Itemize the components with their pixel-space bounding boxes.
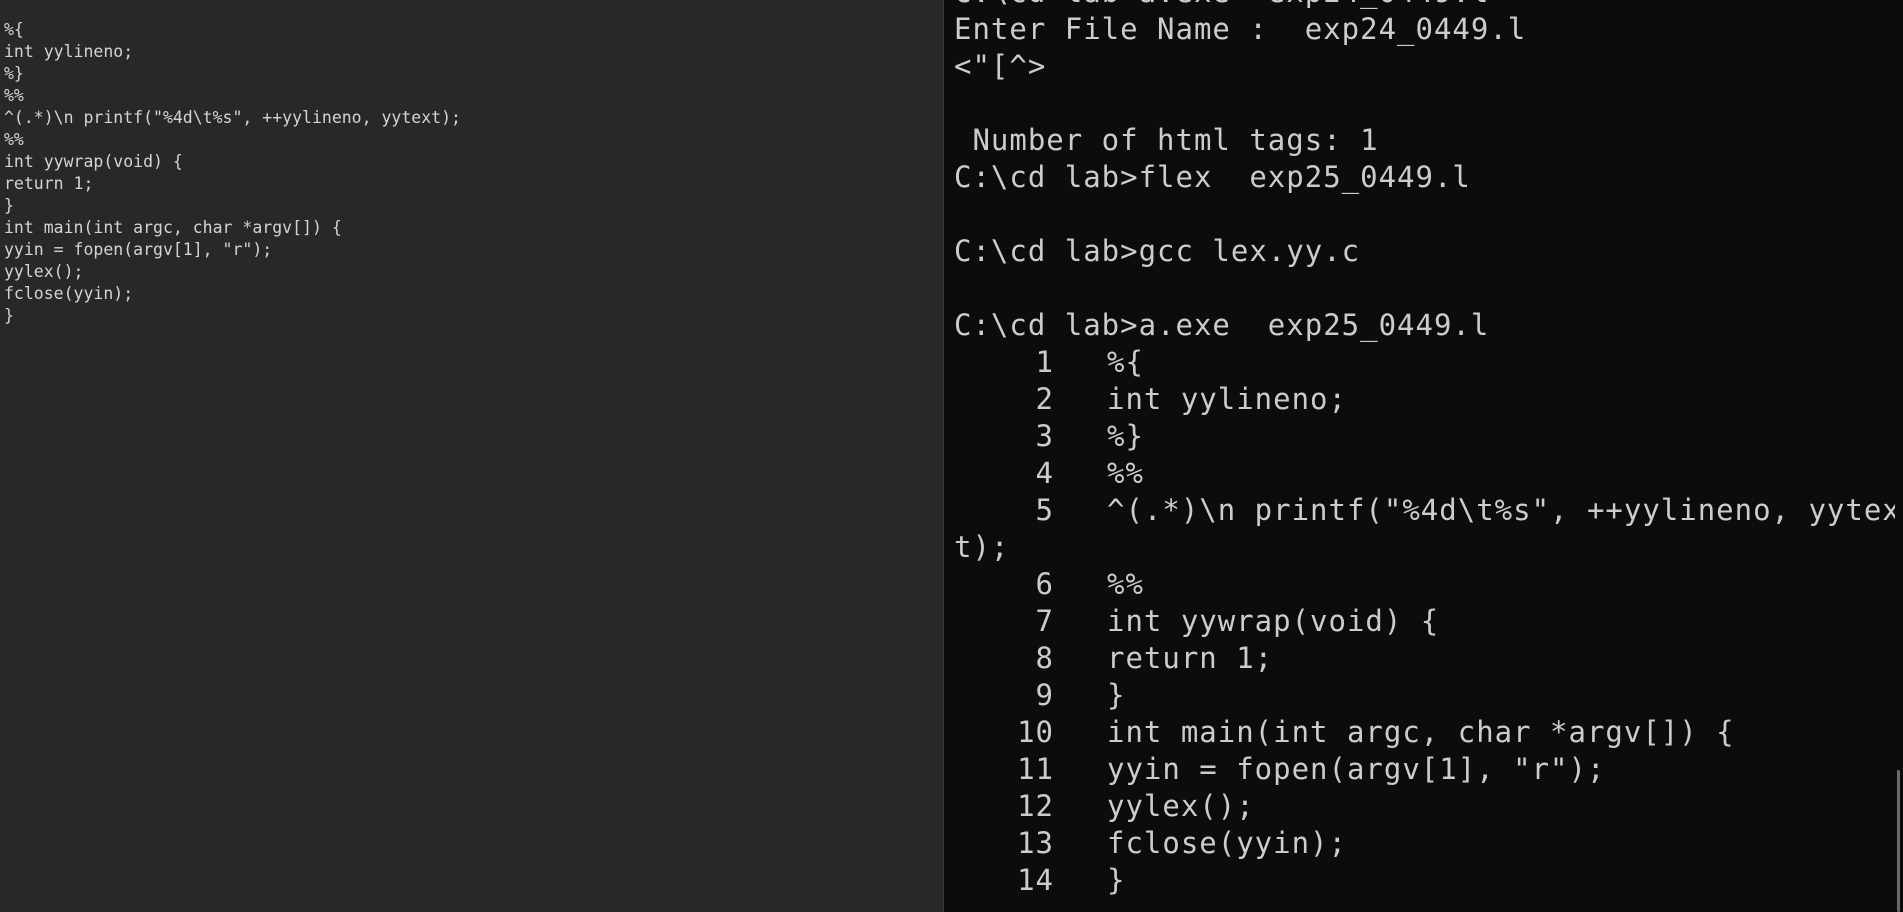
- line-number: 13: [1017, 826, 1054, 860]
- terminal-line: Number of html tags: 1: [954, 123, 1379, 157]
- line-text: int yywrap(void) {: [1107, 604, 1440, 638]
- source-editor-pane[interactable]: %{ int yylineno; %} %% ^(.*)\n printf("%…: [0, 0, 943, 912]
- terminal-line-partial: C:\cd lab>a.exe exp24_0449.l: [954, 0, 1901, 11]
- numbered-output-line: 12 yylex();: [954, 788, 1901, 825]
- line-text: int yylineno;: [1107, 382, 1347, 416]
- line-number: 3: [1035, 419, 1054, 453]
- editor-line: %}: [4, 64, 24, 83]
- line-text: %%: [1107, 567, 1144, 601]
- line-text: yyin = fopen(argv[1], "r");: [1107, 752, 1606, 786]
- editor-line: return 1;: [4, 174, 94, 193]
- numbered-output-line: 8 return 1;: [954, 640, 1901, 677]
- numbered-output-line: 9}: [954, 677, 1901, 714]
- line-text: %}: [1107, 419, 1144, 453]
- terminal-scrollbar[interactable]: [1895, 0, 1903, 912]
- line-number: 10: [1017, 715, 1054, 749]
- terminal-line: <"[^>: [954, 49, 1047, 83]
- numbered-output-line: 5 ^(.*)\n printf("%4d\t%s", ++yylineno, y…: [954, 492, 1901, 529]
- terminal-line: Enter File Name : exp24_0449.l: [954, 12, 1527, 46]
- numbered-output-line: 10 int main(int argc, char *argv[]) {: [954, 714, 1901, 751]
- line-text: return 1;: [1107, 641, 1274, 675]
- editor-line: int yylineno;: [4, 42, 134, 61]
- editor-code-lines: %{ int yylineno; %} %% ^(.*)\n printf("%…: [4, 19, 461, 327]
- numbered-output-line: 3%}: [954, 418, 1901, 455]
- line-text: }: [1107, 678, 1126, 712]
- editor-line: %{: [4, 20, 24, 39]
- numbered-output-line: 14}: [954, 862, 1901, 899]
- line-text: %{: [1107, 345, 1144, 379]
- line-text: ^(.*)\n printf("%4d\t%s", ++yylineno, yy…: [1107, 493, 1901, 527]
- editor-line: %%: [4, 130, 24, 149]
- line-text: fclose(yyin);: [1107, 826, 1347, 860]
- line-number: 7: [1035, 604, 1054, 638]
- numbered-output-line: 4%%: [954, 455, 1901, 492]
- numbered-output-line: 2 int yylineno;: [954, 381, 1901, 418]
- line-text: }: [1107, 863, 1126, 897]
- line-text: int main(int argc, char *argv[]) {: [1107, 715, 1735, 749]
- line-number: 9: [1035, 678, 1054, 712]
- line-number: 2: [1035, 382, 1054, 416]
- line-text: yylex();: [1107, 789, 1255, 823]
- numbered-output-wrapped: t);: [954, 530, 1010, 564]
- terminal-output: C:\cd lab>a.exe exp24_0449.l Enter File …: [954, 0, 1901, 899]
- editor-line: yylex();: [4, 262, 84, 281]
- line-number: 1: [1035, 345, 1054, 379]
- terminal-pane[interactable]: C:\cd lab>a.exe exp24_0449.l Enter File …: [944, 0, 1903, 912]
- line-number: 11: [1017, 752, 1054, 786]
- line-number: 12: [1017, 789, 1054, 823]
- line-number: 5: [1035, 493, 1054, 527]
- terminal-line: C:\cd lab>a.exe exp25_0449.l: [954, 308, 1490, 342]
- numbered-output-line: 1 %{: [954, 344, 1901, 381]
- editor-line: %%: [4, 86, 24, 105]
- terminal-line: C:\cd lab>gcc lex.yy.c: [954, 234, 1361, 268]
- editor-line: }: [4, 196, 14, 215]
- editor-line: yyin = fopen(argv[1], "r");: [4, 240, 273, 259]
- numbered-output-line: 6%%: [954, 566, 1901, 603]
- scrollbar-thumb[interactable]: [1897, 770, 1900, 912]
- terminal-line: C:\cd lab>flex exp25_0449.l: [954, 160, 1471, 194]
- editor-line: ^(.*)\n printf("%4d\t%s", ++yylineno, yy…: [4, 108, 461, 127]
- editor-line: fclose(yyin);: [4, 284, 134, 303]
- line-text: %%: [1107, 456, 1144, 490]
- numbered-output-line: 7 int yywrap(void) {: [954, 603, 1901, 640]
- editor-line: int main(int argc, char *argv[]) {: [4, 218, 342, 237]
- numbered-output-line: 13 fclose(yyin);: [954, 825, 1901, 862]
- editor-line: int yywrap(void) {: [4, 152, 183, 171]
- numbered-output-line: 11 yyin = fopen(argv[1], "r");: [954, 751, 1901, 788]
- line-number: 14: [1017, 863, 1054, 897]
- desktop-screen: %{ int yylineno; %} %% ^(.*)\n printf("%…: [0, 0, 1903, 912]
- line-number: 4: [1035, 456, 1054, 490]
- line-number: 6: [1035, 567, 1054, 601]
- line-number: 8: [1035, 641, 1054, 675]
- editor-line: }: [4, 306, 14, 325]
